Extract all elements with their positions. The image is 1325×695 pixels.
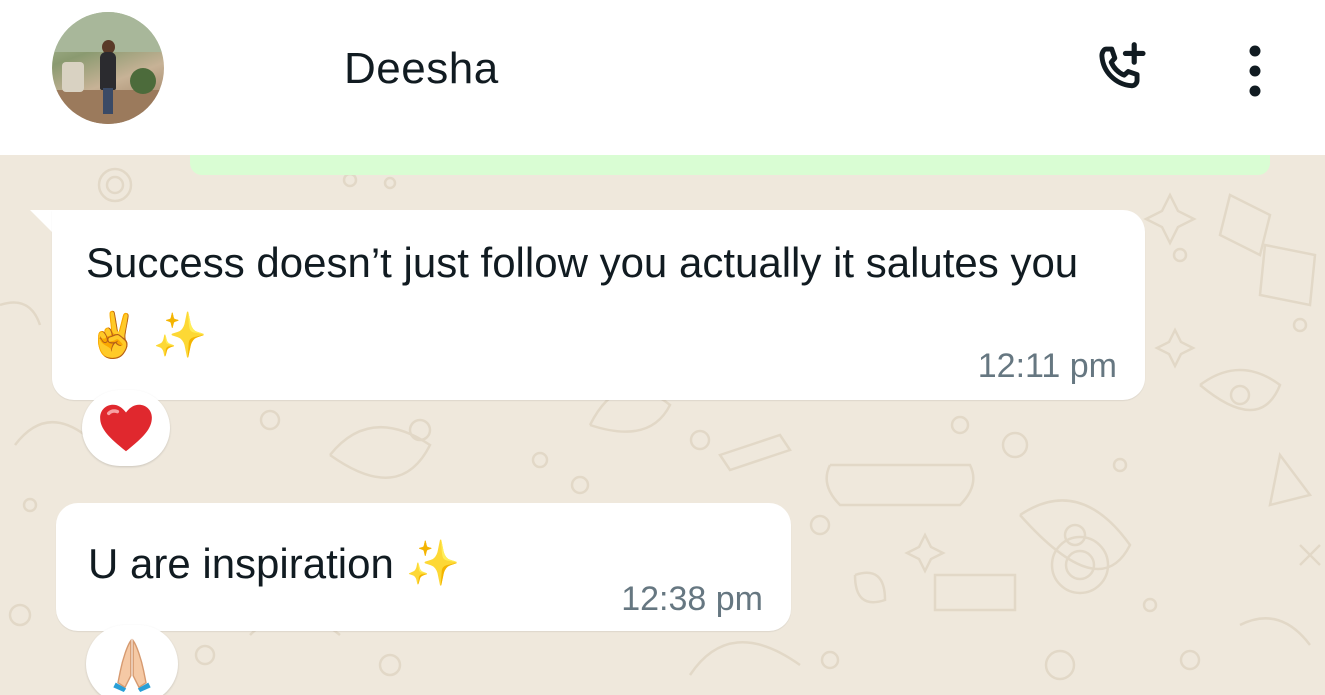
incoming-message[interactable]: U are inspiration ✨ 12:38 pm: [56, 503, 791, 631]
message-text: U are inspiration ✨: [88, 538, 461, 589]
incoming-message[interactable]: Success doesn’t just follow you actually…: [52, 210, 1145, 400]
more-options-icon: [1249, 45, 1261, 97]
add-call-button[interactable]: [1085, 36, 1155, 106]
previous-outgoing-message[interactable]: [190, 155, 1270, 175]
more-options-button[interactable]: [1230, 36, 1280, 106]
message-timestamp: 12:38 pm: [621, 580, 763, 618]
add-call-icon: [1099, 42, 1146, 89]
contact-avatar[interactable]: [52, 12, 164, 124]
message-reaction[interactable]: [82, 390, 170, 466]
victory-hand-emoji: ✌️: [86, 310, 141, 361]
sparkles-emoji: ✨: [152, 310, 208, 361]
chat-header: Deesha: [0, 0, 1325, 155]
sparkles-emoji: ✨: [405, 538, 461, 589]
message-timestamp: 12:11 pm: [977, 347, 1117, 385]
contact-name[interactable]: Deesha: [344, 44, 499, 94]
folded-hands-icon: [113, 638, 151, 692]
message-reaction[interactable]: [86, 625, 178, 695]
message-text: Success doesn’t just follow you actually…: [86, 239, 1079, 361]
chat-area[interactable]: Success doesn’t just follow you actually…: [0, 155, 1325, 695]
red-heart-icon: [100, 404, 152, 452]
